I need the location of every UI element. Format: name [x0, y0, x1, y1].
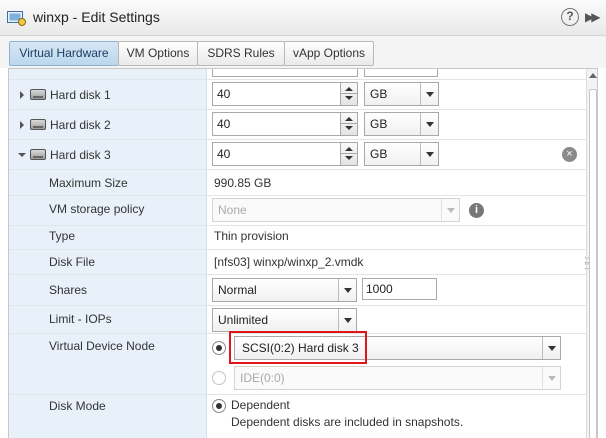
hard-disk-3-size-input[interactable]: 40 [212, 142, 358, 166]
info-icon[interactable]: i [469, 203, 484, 218]
help-button[interactable]: ? [561, 8, 579, 26]
dependent-mode-radio[interactable] [212, 399, 226, 413]
shares-label: Shares [49, 283, 88, 297]
scsi-node-radio[interactable] [212, 341, 226, 355]
shares-value-input[interactable]: 1000 [362, 278, 437, 300]
hard-disk-1-unit-select[interactable]: GB [364, 82, 439, 106]
hard-disk-3-unit-select[interactable]: GB [364, 142, 439, 166]
maximum-size-value: 990.85 GB [214, 176, 272, 190]
window-title: winxp - Edit Settings [33, 9, 160, 25]
type-value: Thin provision [214, 229, 289, 243]
hard-disk-2-size-input[interactable]: 40 [212, 112, 358, 136]
scroll-up-icon[interactable] [589, 73, 597, 78]
ide-node-select[interactable]: IDE(0:0) [234, 366, 561, 390]
scrollbar-thumb[interactable] [589, 89, 597, 438]
disk-mode-label: Disk Mode [49, 399, 106, 413]
limit-iops-select[interactable]: Unlimited [212, 308, 357, 332]
hard-disk-1-size-input[interactable]: 40 [212, 82, 358, 106]
storage-policy-label: VM storage policy [49, 202, 145, 216]
tab-vm-options[interactable]: VM Options [118, 41, 198, 66]
hardware-panel: Hard disk 1 40 GB Hard disk 2 40 GB Hard… [8, 68, 598, 438]
expand-button[interactable]: ▶▶ [585, 9, 601, 25]
hard-disk-icon [30, 89, 46, 100]
tab-vapp-options[interactable]: vApp Options [284, 41, 374, 66]
hard-disk-icon [30, 149, 46, 160]
collapse-arrow-icon[interactable] [18, 153, 26, 157]
remove-device-icon[interactable]: × [562, 147, 577, 162]
partial-row-unit [364, 69, 438, 77]
vertical-scrollbar[interactable] [586, 69, 597, 438]
hard-disk-3-label[interactable]: Hard disk 3 [50, 148, 111, 162]
ide-node-radio[interactable] [212, 371, 226, 385]
vm-settings-icon [7, 11, 26, 26]
disk-file-label: Disk File [49, 255, 96, 269]
type-label: Type [49, 229, 76, 243]
hard-disk-2-unit-select[interactable]: GB [364, 112, 439, 136]
tab-bar: Virtual Hardware VM Options SDRS Rules v… [0, 36, 606, 68]
disk-file-value: [nfs03] winxp/winxp_2.vmdk [214, 255, 364, 269]
hard-disk-1-label[interactable]: Hard disk 1 [50, 88, 111, 102]
highlight-box [229, 331, 367, 364]
tab-sdrs-rules[interactable]: SDRS Rules [197, 41, 285, 66]
limit-iops-label: Limit - IOPs [49, 312, 112, 326]
expand-arrow-icon[interactable] [20, 121, 24, 129]
hard-disk-icon [30, 119, 46, 130]
title-bar: winxp - Edit Settings ? ▶▶ [0, 0, 606, 36]
hard-disk-2-label[interactable]: Hard disk 2 [50, 118, 111, 132]
disk-mode-value: Dependent [231, 398, 290, 412]
expand-arrow-icon[interactable] [20, 91, 24, 99]
disk-mode-description: Dependent disks are included in snapshot… [231, 415, 464, 429]
resize-grip-icon[interactable]: :::: [584, 256, 590, 272]
tab-virtual-hardware[interactable]: Virtual Hardware [9, 41, 119, 66]
storage-policy-select[interactable]: None [212, 198, 460, 222]
shares-level-select[interactable]: Normal [212, 278, 357, 302]
virtual-device-node-label: Virtual Device Node [49, 339, 155, 353]
maximum-size-label: Maximum Size [49, 176, 128, 190]
partial-row-field [212, 69, 358, 77]
